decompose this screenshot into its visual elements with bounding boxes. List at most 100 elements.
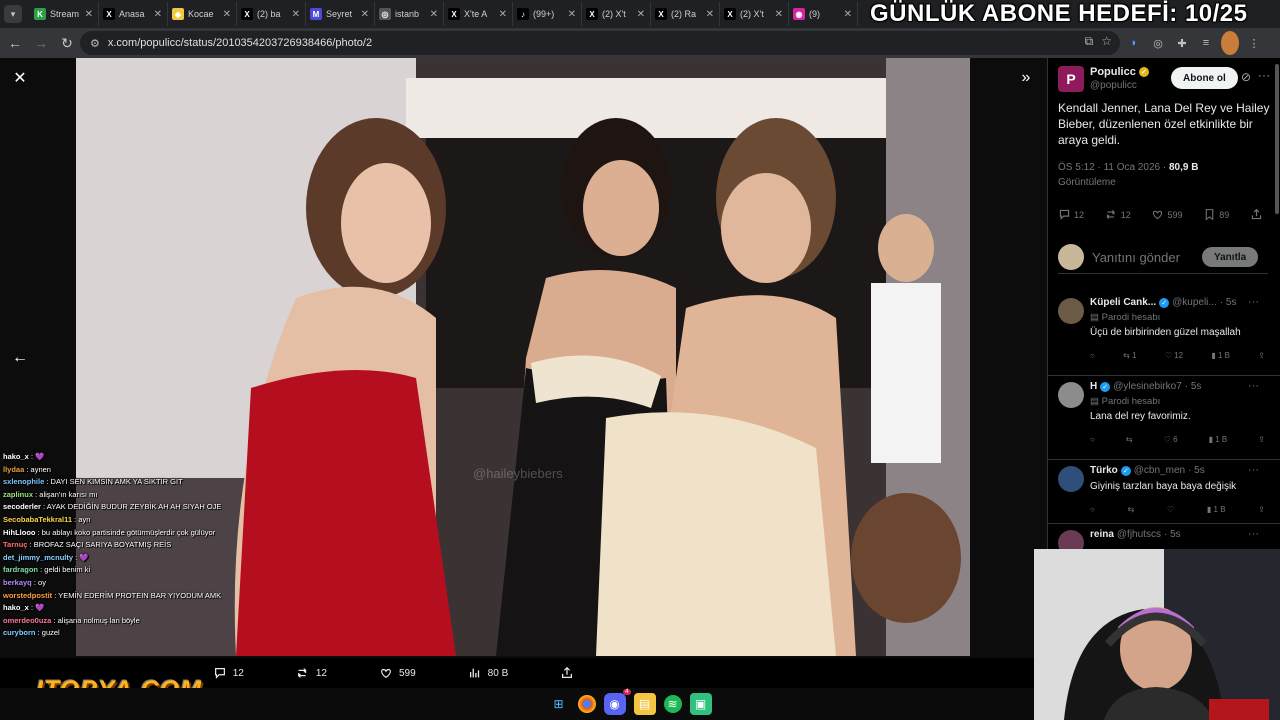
reply-avatar[interactable] xyxy=(1058,466,1084,492)
tab-close-icon[interactable]: ✕ xyxy=(499,9,507,20)
reload-icon[interactable]: ↻ xyxy=(54,30,80,56)
close-icon[interactable]: ✕ xyxy=(10,68,30,88)
bookmark-star-icon[interactable]: ☆ xyxy=(1101,34,1112,49)
tab-search-menu-icon[interactable]: ≡ xyxy=(1197,31,1215,55)
browser-tab[interactable]: ◎ istanb ✕ xyxy=(375,2,444,26)
reply-avatar[interactable] xyxy=(1058,382,1084,408)
reply-handle[interactable]: @kupeli... xyxy=(1172,297,1217,308)
tab-close-icon[interactable]: ✕ xyxy=(706,9,714,20)
address-bar[interactable]: ⚙ x.com/populicc/status/2010354203726938… xyxy=(80,31,1120,55)
tab-close-icon[interactable]: ✕ xyxy=(568,9,576,20)
reply-handle[interactable]: @fjhutscs xyxy=(1117,529,1161,540)
more-options-icon[interactable]: ··· xyxy=(1248,380,1259,392)
extensions-puzzle-icon[interactable]: ✚ xyxy=(1173,31,1191,55)
reply-action[interactable]: 12 xyxy=(213,666,244,680)
heart-icon[interactable]: ♡ xyxy=(1167,505,1174,514)
share-icon[interactable]: ⇪ xyxy=(1258,351,1265,360)
previous-photo-arrow-icon[interactable]: ← xyxy=(8,346,32,370)
repost-icon[interactable]: ⇆ xyxy=(1126,435,1133,444)
share-icon[interactable]: ⇪ xyxy=(1258,505,1265,514)
browser-tab[interactable]: X (2) X't ✕ xyxy=(720,2,789,26)
browser-tab[interactable]: ◆ Kocae ✕ xyxy=(168,2,237,26)
reply-icon[interactable]: ○ xyxy=(1090,351,1095,360)
views-chart-icon[interactable]: ▮ 1 B xyxy=(1207,505,1226,514)
tab-search-icon[interactable]: ▾ xyxy=(4,5,22,23)
reply-time[interactable]: · 5s xyxy=(1164,529,1181,540)
back-arrow-icon[interactable]: ← xyxy=(2,30,28,56)
app-icon[interactable]: ▣ xyxy=(689,693,712,715)
views-chart-icon[interactable]: ▮ 1 B xyxy=(1209,435,1228,444)
tab-close-icon[interactable]: ✕ xyxy=(844,9,852,20)
reply-author-name[interactable]: Türko xyxy=(1090,465,1118,476)
more-options-icon[interactable]: ··· xyxy=(1248,528,1259,540)
author-handle[interactable]: @populicc xyxy=(1090,80,1137,91)
tab-close-icon[interactable]: ✕ xyxy=(154,9,162,20)
reply-submit-button[interactable]: Yanıtla xyxy=(1202,247,1259,267)
tweet-timestamp[interactable]: ÖS 5:12 · 11 Oca 2026 · xyxy=(1058,162,1169,173)
repost-icon[interactable]: ⇆ xyxy=(1128,505,1135,514)
author-avatar[interactable]: P xyxy=(1058,66,1084,92)
tab-close-icon[interactable]: ✕ xyxy=(85,9,93,20)
reply-time[interactable]: · 5s xyxy=(1185,381,1202,392)
extension-audio-icon[interactable]: ◗ xyxy=(1125,31,1143,55)
site-info-icon[interactable]: ⚙ xyxy=(90,37,100,50)
scrollbar[interactable] xyxy=(1275,64,1279,214)
author-name[interactable]: Populicc xyxy=(1090,66,1136,78)
chat-username[interactable]: HihLlooo xyxy=(3,528,36,537)
chat-username[interactable]: det_jimmy_mcnulty xyxy=(3,553,73,562)
like-action[interactable]: 599 xyxy=(379,666,416,680)
chat-username[interactable]: fardragon xyxy=(3,565,38,574)
reply-author-name[interactable]: Küpeli Cank... xyxy=(1090,297,1156,308)
windows-start-icon[interactable]: ⊞ xyxy=(548,693,570,715)
tab-close-icon[interactable]: ✕ xyxy=(775,9,783,20)
browser-tab[interactable]: X (2) ba ✕ xyxy=(237,2,306,26)
chat-username[interactable]: worstedpostit xyxy=(3,591,52,600)
reply-stat[interactable]: 12 xyxy=(1058,208,1084,221)
reply-tweet[interactable]: Türko ✓ @cbn_men · 5s ··· Giyiniş tarzları b… xyxy=(1048,460,1280,524)
chat-username[interactable]: hako_x xyxy=(3,452,29,461)
forward-arrow-icon[interactable]: → xyxy=(28,30,54,56)
share-action[interactable] xyxy=(560,666,574,680)
heart-icon[interactable]: ♡ 6 xyxy=(1164,435,1178,444)
chat-username[interactable]: zaplinux xyxy=(3,490,33,499)
collapse-panel-icon[interactable]: » xyxy=(1014,68,1038,88)
repost-action[interactable]: 12 xyxy=(296,666,327,680)
browser-tab[interactable]: X (2) Ra ✕ xyxy=(651,2,720,26)
follow-button[interactable]: Abone ol xyxy=(1171,67,1238,89)
browser-tab[interactable]: K Stream ✕ xyxy=(30,2,99,26)
share-icon[interactable]: ⇪ xyxy=(1258,435,1265,444)
views-action[interactable]: 80 B xyxy=(468,666,508,680)
chat-username[interactable]: omerdeo0uza xyxy=(3,616,51,625)
reply-author-name[interactable]: H xyxy=(1090,381,1097,392)
reply-time[interactable]: · 5s xyxy=(1220,297,1237,308)
reply-input[interactable]: Yanıtını gönder xyxy=(1092,250,1180,265)
tab-close-icon[interactable]: ✕ xyxy=(223,9,231,20)
extension-icon[interactable]: ◎ xyxy=(1149,31,1167,55)
more-options-icon[interactable]: ··· xyxy=(1258,68,1270,82)
tab-close-icon[interactable]: ✕ xyxy=(637,9,645,20)
bookmark-stat[interactable]: 89 xyxy=(1203,208,1229,221)
profile-avatar[interactable] xyxy=(1221,31,1239,55)
chrome-icon[interactable] xyxy=(577,695,596,713)
reply-icon[interactable]: ○ xyxy=(1090,435,1095,444)
spotify-icon[interactable]: ≋ xyxy=(663,695,682,713)
reply-author-name[interactable]: reina xyxy=(1090,529,1114,540)
browser-tab[interactable]: X X'te A ✕ xyxy=(444,2,513,26)
chat-username[interactable]: curyborn xyxy=(3,628,36,637)
share-stat[interactable] xyxy=(1250,208,1263,221)
tab-close-icon[interactable]: ✕ xyxy=(361,9,369,20)
browser-tab[interactable]: M Seyret ✕ xyxy=(306,2,375,26)
browser-tab[interactable]: X Anasa ✕ xyxy=(99,2,168,26)
tab-close-icon[interactable]: ✕ xyxy=(430,9,438,20)
like-stat[interactable]: 599 xyxy=(1151,208,1183,221)
file-explorer-icon[interactable]: ▤ xyxy=(633,693,656,715)
chat-username[interactable]: secoderler xyxy=(3,502,41,511)
views-chart-icon[interactable]: ▮ 1 B xyxy=(1211,351,1230,360)
reply-handle[interactable]: @ylesinebirko7 xyxy=(1113,381,1182,392)
reply-avatar[interactable] xyxy=(1058,298,1084,324)
chat-username[interactable]: hako_x xyxy=(3,603,29,612)
more-options-icon[interactable]: ··· xyxy=(1248,464,1259,476)
reply-tweet[interactable]: Küpeli Cank... ✓ @kupeli... · 5s ··· ▤ Parod… xyxy=(1048,292,1280,376)
reply-icon[interactable]: ○ xyxy=(1090,505,1095,514)
reply-time[interactable]: · 5s xyxy=(1188,465,1205,476)
